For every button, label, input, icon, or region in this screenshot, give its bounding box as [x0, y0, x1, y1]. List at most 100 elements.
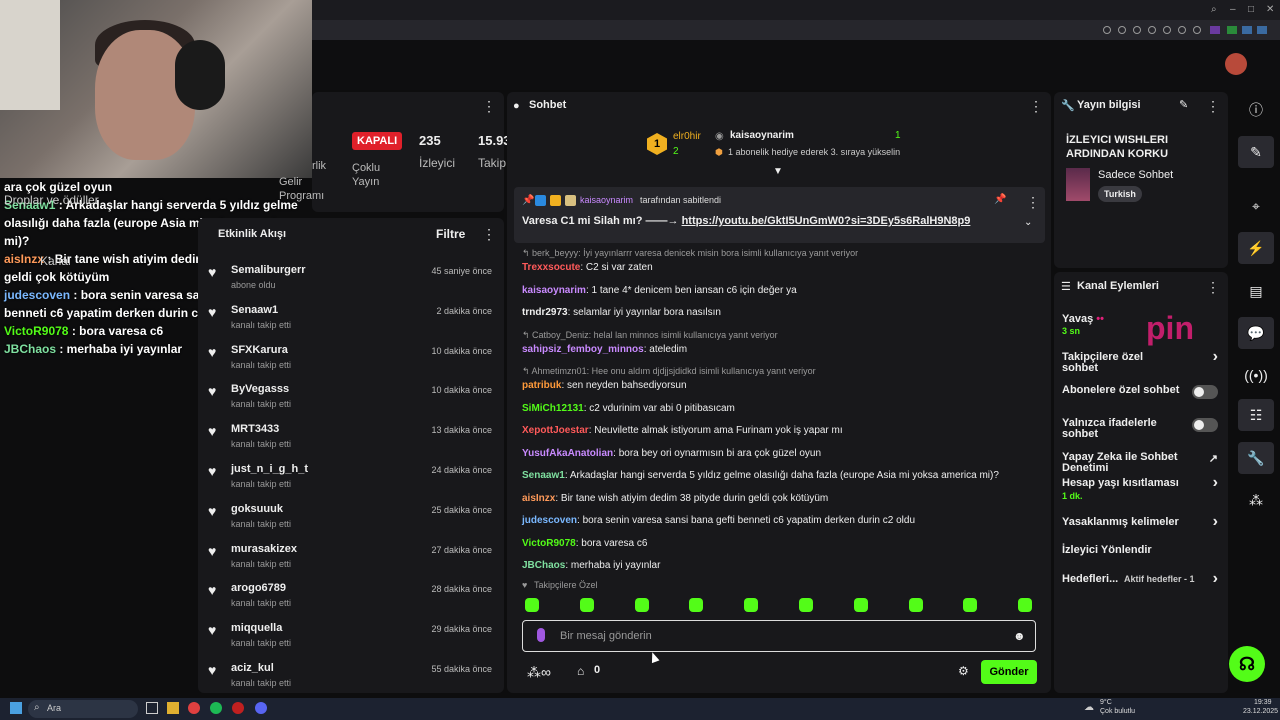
chat-username[interactable]: VictoR9078 — [522, 538, 576, 549]
expand-icon[interactable]: ⌄ — [1024, 217, 1032, 228]
edit-icon[interactable]: ✎ — [1179, 98, 1188, 111]
emote-icon[interactable] — [908, 598, 923, 612]
more-icon[interactable]: ⋮ — [1029, 98, 1043, 115]
broadcast-icon[interactable]: ((•)) — [1238, 359, 1274, 391]
collapse-icon[interactable]: ▼ — [773, 166, 783, 177]
send-button[interactable]: Gönder — [981, 660, 1037, 684]
chevron-right-icon[interactable]: › — [1213, 474, 1218, 492]
community-icon[interactable]: ⁂ — [1238, 484, 1274, 516]
category-name[interactable]: Sadece Sohbet — [1098, 169, 1173, 181]
channel-action-label[interactable]: Yasaklanmış kelimeler — [1062, 517, 1182, 528]
layout-icon[interactable]: ☷ — [1238, 399, 1274, 431]
lightning-icon[interactable]: ⚡ — [1238, 232, 1274, 264]
slow-mode-label[interactable]: Yavaş •• — [1062, 313, 1104, 325]
app-icon[interactable] — [188, 702, 200, 714]
store-icon[interactable]: ⌂ — [577, 664, 584, 678]
emote-icon[interactable] — [799, 598, 813, 612]
opera-icon[interactable] — [232, 702, 244, 714]
emote-icon[interactable] — [963, 598, 978, 612]
pinned-by-user[interactable]: kaisaoynarim — [580, 195, 633, 205]
kanal-label[interactable]: Kanal — [40, 254, 71, 268]
chat-username[interactable]: SiMiCh12131 — [522, 403, 584, 414]
channel-action-label[interactable]: İzleyici Yönlendir — [1062, 545, 1182, 556]
reply-context[interactable]: ↰ Catboy_Deniz: helal lan minnos isimli … — [522, 330, 778, 341]
channel-action-label[interactable]: Yalnızca ifadelerle sohbet — [1062, 418, 1182, 440]
close-icon[interactable]: ✕ — [1266, 4, 1274, 15]
more-icon[interactable]: ⋮ — [482, 226, 496, 243]
support-button[interactable]: ☊ — [1229, 646, 1265, 682]
chat-username[interactable]: aisInzx — [522, 493, 555, 504]
top-gifter-name[interactable]: elr0hir — [673, 131, 701, 142]
activity-user[interactable]: SFXKarura — [231, 344, 288, 356]
reply-context[interactable]: ↰ Ahmetimzn01: Hee onu aldım djdjjsjdidk… — [522, 366, 816, 377]
channel-action-label[interactable]: Abonelere özel sohbet — [1062, 385, 1182, 396]
chat-icon[interactable]: 💬 — [1238, 317, 1274, 349]
channel-action-label[interactable]: Hesap yaşı kısıtlaması — [1062, 478, 1182, 489]
more-icon[interactable]: ⋮ — [482, 98, 496, 115]
drops-label[interactable]: Droplar ve ödüller — [4, 193, 99, 207]
revenue-program-label[interactable]: Gelir Programı — [279, 175, 324, 203]
activity-user[interactable]: goksuuuk — [231, 503, 283, 515]
language-tag[interactable]: Turkish — [1098, 186, 1142, 202]
search-icon[interactable]: ⌕ — [1211, 4, 1217, 15]
mic-icon[interactable] — [537, 628, 545, 642]
chat-username[interactable]: Senaaw1 — [522, 470, 565, 481]
pinned-link[interactable]: https://youtu.be/GktI5UnGmW0?si=3DEy5s6R… — [682, 215, 971, 227]
discord-icon[interactable] — [255, 702, 267, 714]
activity-row[interactable]: ♥ MRT3433 kanalı takip etti 13 dakika önce — [198, 421, 504, 461]
chat-username[interactable]: JBChaos — [522, 560, 565, 571]
target-icon[interactable]: ⌖ — [1238, 190, 1274, 222]
document-icon[interactable]: ▤ — [1238, 275, 1274, 307]
activity-row[interactable]: ♥ aciz_kul kanalı takip etti 55 dakika önce — [198, 660, 504, 700]
activity-user[interactable]: arogo6789 — [231, 582, 286, 594]
extension-icons[interactable] — [1102, 25, 1272, 35]
emote-icon[interactable] — [744, 598, 759, 612]
chevron-right-icon[interactable]: › — [1213, 348, 1218, 366]
folder-icon[interactable] — [167, 702, 179, 714]
activity-user[interactable]: ByVegasss — [231, 383, 289, 395]
activity-row[interactable]: ♥ Senaaw1 kanalı takip etti 2 dakika önce — [198, 302, 504, 342]
activity-row[interactable]: ♥ murasakizex kanalı takip etti 27 dakika ö… — [198, 541, 504, 581]
chat-username[interactable]: patribuk — [522, 380, 561, 391]
unpin-icon[interactable]: 📌 — [994, 194, 1006, 205]
activity-row[interactable]: ♥ miqquella kanalı takip etti 29 dakika önc… — [198, 620, 504, 660]
channel-action-label[interactable]: Yapay Zeka ile Sohbet Denetimi — [1062, 452, 1182, 474]
emote-icon[interactable] — [1018, 598, 1033, 612]
chat-username[interactable]: judescoven — [522, 515, 577, 526]
chat-username[interactable]: YusufAkaAnatolian — [522, 448, 613, 459]
pen-icon[interactable]: ✎ — [1238, 136, 1274, 168]
avatar[interactable] — [1225, 53, 1247, 75]
more-icon[interactable]: ⋮ — [1026, 194, 1040, 211]
activity-row[interactable]: ♥ goksuuuk kanalı takip etti 25 dakika önce — [198, 501, 504, 541]
activity-user[interactable]: just_n_i_g_h_t — [231, 463, 308, 475]
tools-icon[interactable]: 🔧 — [1238, 442, 1274, 474]
category-thumbnail[interactable] — [1066, 168, 1090, 201]
filter-button[interactable]: Filtre — [436, 227, 465, 241]
minimize-icon[interactable]: – — [1230, 4, 1236, 15]
chat-username[interactable]: kaisaoynarim — [522, 285, 586, 296]
emote-icon[interactable] — [853, 598, 868, 612]
activity-row[interactable]: ♥ ByVegasss kanalı takip etti 10 dakika önc… — [198, 381, 504, 421]
emote-icon[interactable] — [689, 598, 704, 612]
emoji-icon[interactable]: ☻ — [1013, 629, 1026, 643]
taskbar-search[interactable]: ⌕ Ara — [28, 700, 138, 718]
settings-icon[interactable]: ⚙ — [958, 664, 969, 678]
info-icon[interactable]: ⓘ — [1238, 94, 1274, 126]
more-icon[interactable]: ⋮ — [1206, 279, 1220, 296]
activity-row[interactable]: ♥ Semaliburgerr abone oldu 45 saniye önce — [198, 262, 504, 302]
chevron-right-icon[interactable]: › — [1213, 570, 1218, 588]
activity-user[interactable]: murasakizex — [231, 543, 297, 555]
emote-icon[interactable] — [525, 598, 539, 612]
gift-user[interactable]: kaisaoynarim — [730, 130, 794, 141]
chevron-right-icon[interactable]: › — [1213, 513, 1218, 531]
emote-icon[interactable] — [634, 598, 649, 612]
external-link-icon[interactable]: ↗ — [1209, 452, 1218, 465]
spotify-icon[interactable] — [210, 702, 222, 714]
reply-context[interactable]: ↰ berk_beyyy: İyi yayınlarrr varesa deni… — [522, 248, 858, 259]
activity-row[interactable]: ♥ arogo6789 kanalı takip etti 28 dakika önc… — [198, 580, 504, 620]
toggle-switch[interactable] — [1192, 385, 1218, 399]
chat-username[interactable]: sahipsiz_femboy_minnos — [522, 344, 644, 355]
activity-user[interactable]: aciz_kul — [231, 662, 274, 674]
multi-stream-label[interactable]: Çoklu Yayın — [352, 161, 380, 189]
activity-user[interactable]: miqquella — [231, 622, 282, 634]
